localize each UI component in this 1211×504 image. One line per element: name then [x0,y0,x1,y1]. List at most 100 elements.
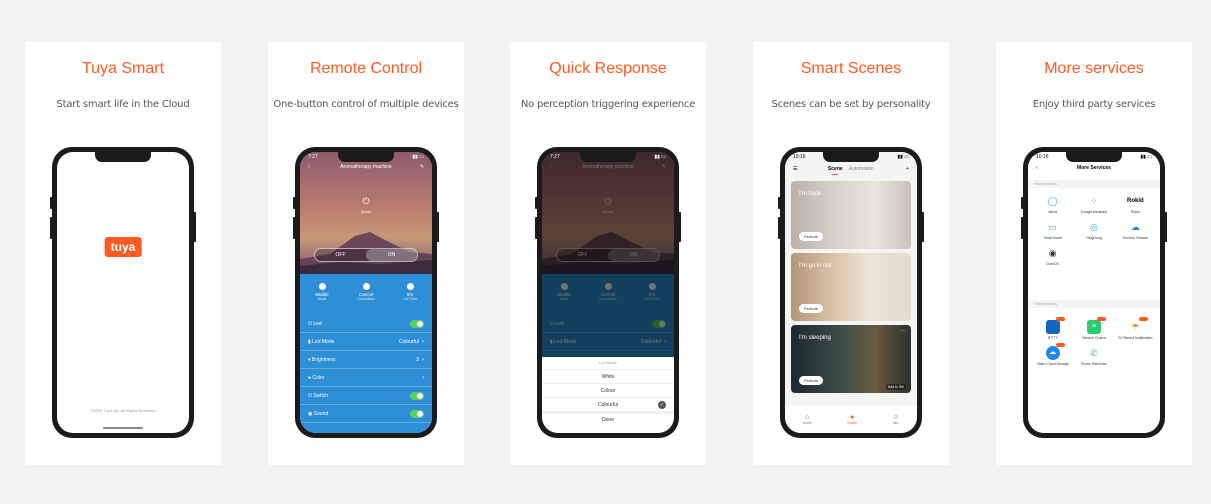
alexa-icon: ◯ [1047,196,1058,206]
badge [1097,317,1107,321]
perform-button[interactable]: Perform [799,232,824,241]
user-icon: ☺ [892,413,900,421]
badge [1055,343,1065,347]
service-tencent[interactable]: ☁ Tencent Xiaowei [1115,220,1156,240]
back-icon[interactable]: ‹ [308,164,310,170]
home-indicator [103,427,143,429]
tabbar-home[interactable]: ⌂ Home [803,414,812,425]
service-phone-reminder[interactable]: ✆ Phone Reminder [1073,346,1114,366]
add-to-siri-button[interactable]: Add to Siri [885,384,906,390]
sheet-header: Led Mode [599,360,617,365]
perform-button[interactable]: Perform [799,376,824,385]
aroma-screen-dimmed: 7:27▮▮ ▭ ‹ Aromatherapy machine ✎ ⏻ Spra… [542,152,674,433]
scene-card-go-out[interactable]: I'm go in out Perform ··· [791,253,911,321]
setting-row-led-mode[interactable]: ▮ Led ModeColourful› [300,333,432,351]
mode-button[interactable]: MiddleMode [302,283,342,301]
power-icon[interactable]: ⏻ [300,196,432,207]
battery-icon: ▮▮ ▭ [412,154,424,160]
left-time-button[interactable]: 0mLeft Time [390,283,430,301]
card-title: Tuya Smart [81,60,165,77]
cloud-storage-icon: ☁ [1045,346,1060,360]
more-icon[interactable]: ··· [901,184,906,190]
scenes-screen: 10:16 ▮▮ ▭ ☰ Scene Automation + I'm back … [785,152,917,433]
service-notification[interactable]: ☂ SI Filtered Notification [1115,317,1156,340]
on-option[interactable]: ON [366,249,417,261]
tab-automation[interactable]: Automation [849,166,874,172]
card-title: Quick Response [549,60,667,77]
tabbar-me[interactable]: ☺ Me [892,414,899,425]
countdown-button[interactable]: CancelCountdown [346,283,386,301]
setting-row-led[interactable]: ⏻ Led [300,315,432,333]
add-icon[interactable]: + [906,166,909,172]
led-switch[interactable] [410,319,424,328]
sheet-option-white[interactable]: White [542,369,674,383]
dueros-icon: ◉ [1048,248,1057,258]
mode-icon [318,283,326,290]
service-dueros[interactable]: ◉ DuerOS [1032,246,1073,266]
chevron-right-icon: › [422,374,424,381]
phone-mockup: tuya ©2019 Tuya Inc. All Rights Reserved [50,147,196,438]
card-title: More services [1044,60,1144,77]
device-title: Aromatherapy machine [340,164,392,170]
more-icon[interactable]: ··· [901,328,906,334]
battery-icon: ▮▮ ▭ [897,154,909,160]
card-title: Smart Scenes [800,60,902,77]
phone-mockup: 10:16 ▮▮ ▭ ‹ More Services Voice Services… [1021,147,1167,438]
tencent-icon: ☁ [1130,222,1140,232]
scene-card-back[interactable]: I'm back Perform ··· [791,181,911,249]
services-title: More Services [1077,165,1111,171]
status-time: 7:27 [550,154,560,160]
setting-row-sound[interactable]: ◉ Sound [300,405,432,423]
scene-card-sleeping[interactable]: I'm sleeping Perform ··· Add to Siri [791,325,911,393]
rokid-icon: Rokid [1126,198,1144,204]
card-more-services: More services Enjoy third party services… [996,42,1192,465]
done-button[interactable]: Done [542,411,674,423]
section-other-label: Other Services [1034,302,1058,306]
service-google-assistant[interactable]: ⁘ Google Assistant [1073,194,1114,214]
service-orders[interactable]: ≡ Service Orders [1073,317,1114,340]
phone-mockup: 7:27▮▮ ▭ ‹ Aromatherapy machine ✎ ⏻ Spra… [535,147,681,438]
perform-button[interactable]: Perform [799,304,824,313]
copyright-text: ©2019 Tuya Inc. All Rights Reserved [90,408,156,413]
tab-scene[interactable]: Scene [828,166,843,172]
on-off-toggle[interactable]: OFF ON [314,248,418,262]
clock-icon [362,283,370,290]
status-time: 10:16 [793,154,806,160]
ifttt-icon [1045,320,1060,334]
chevron-right-icon: › [422,338,424,345]
card-title: Remote Control [309,60,423,77]
edit-icon[interactable]: ✎ [420,164,424,170]
card-quick-response: Quick Response No perception triggering … [510,42,706,465]
google-assistant-icon: ⁘ [1090,196,1098,206]
switch-toggle[interactable] [410,391,424,400]
off-option[interactable]: OFF [315,249,366,261]
led-mode-sheet: Led Mode White Colour Colourful ✓ Done [542,357,674,433]
section-voice-label: Voice Services [1034,182,1057,186]
service-cloud-storage[interactable]: ☁ Video Cloud Storage [1032,343,1073,366]
back-icon[interactable]: ‹ [1036,165,1038,171]
service-dingdong[interactable]: ◎ DingDong [1073,220,1114,240]
service-orders-icon: ≡ [1086,320,1101,334]
sheet-option-colourful[interactable]: Colourful ✓ [542,397,674,411]
more-icon[interactable]: ··· [901,256,906,262]
card-subtitle: One-button control of multiple devices [273,99,459,110]
service-tmall-genie[interactable]: ▭ Tmall Genie [1032,220,1073,240]
menu-icon[interactable]: ☰ [793,166,797,172]
service-ifttt[interactable]: IFTTT [1032,317,1073,340]
badge [1138,317,1148,321]
service-rokid[interactable]: Rokid Rokid [1115,194,1156,214]
service-alexa[interactable]: ◯ Alexa [1032,194,1073,214]
tmall-genie-icon: ▭ [1048,222,1057,232]
setting-row-color[interactable]: ● Color › [300,369,432,387]
card-remote-control: Remote Control One-button control of mul… [268,42,464,465]
sound-switch[interactable] [410,409,424,418]
setting-row-switch[interactable]: ⏻ Switch [300,387,432,405]
phone-icon: ✆ [1090,348,1098,358]
timer-icon [406,283,414,290]
battery-icon: ▮▮ ▭ [654,154,666,160]
battery-icon: ▮▮ ▭ [1140,154,1152,160]
setting-row-brightness[interactable]: ▾ Brightness3› [300,351,432,369]
aroma-screen: 7:27 ▮▮ ▭ ‹ Aromatherapy machine ✎ ⏻ Spra… [300,152,432,433]
sheet-option-colour[interactable]: Colour [542,383,674,397]
tabbar-scene[interactable]: ● Scene [847,414,857,425]
